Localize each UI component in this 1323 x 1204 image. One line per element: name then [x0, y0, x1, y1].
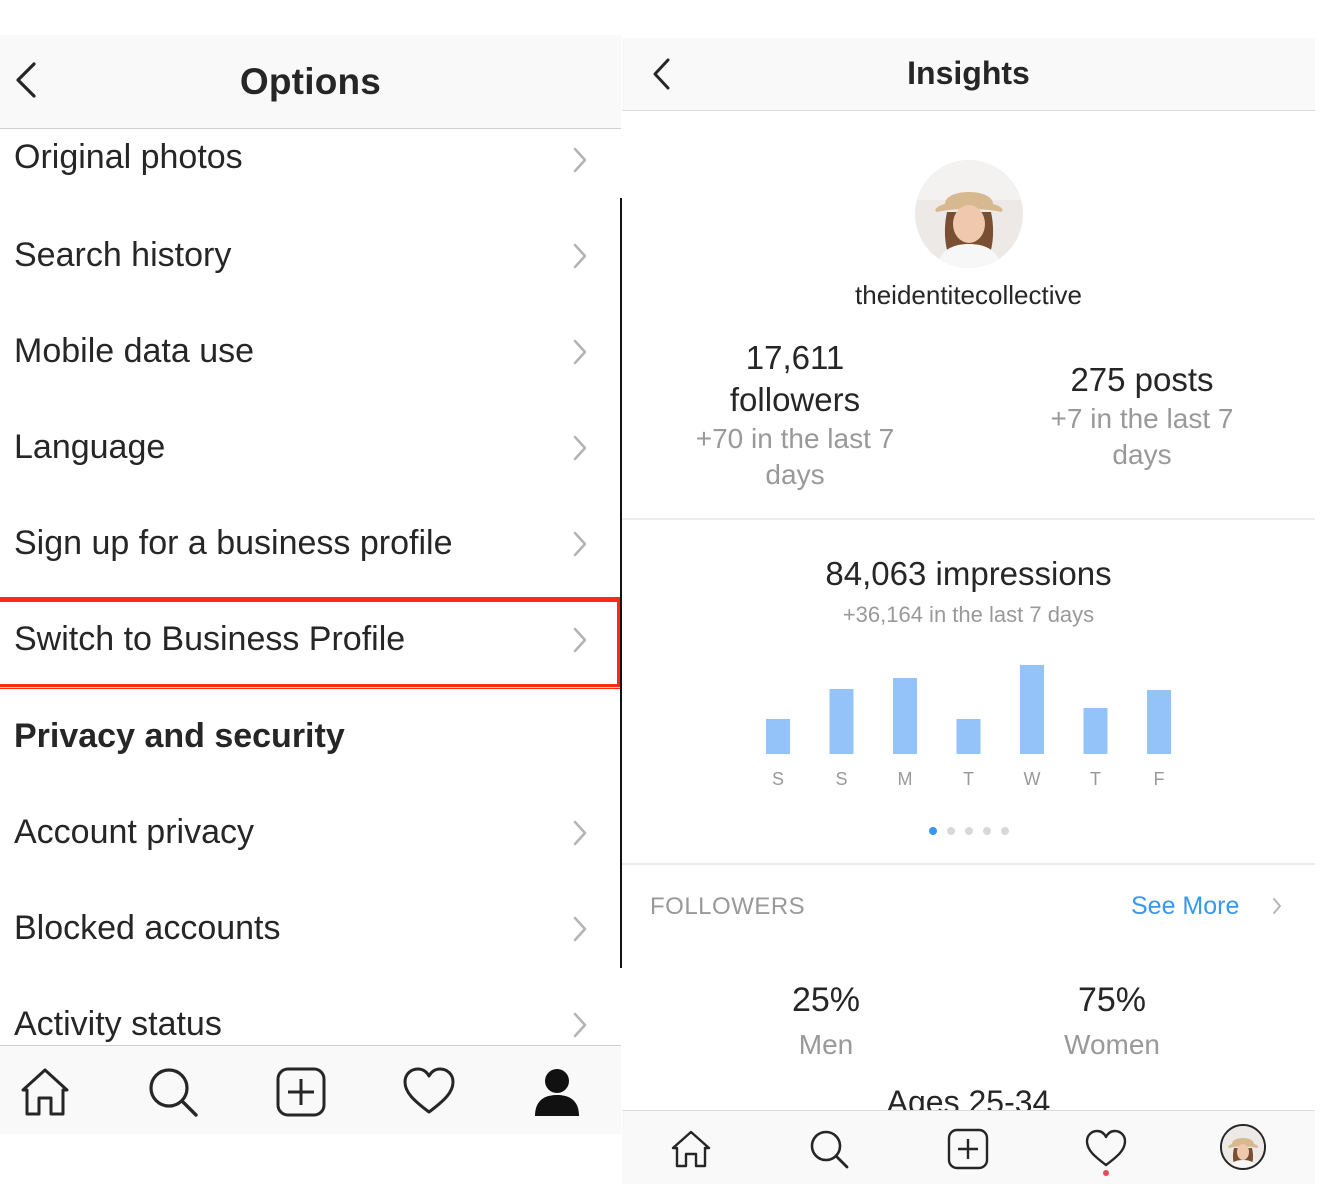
menu-item-label: Search history — [14, 236, 232, 274]
section-header-label: Privacy and security — [14, 717, 345, 755]
followers-count: 17,611 — [745, 339, 845, 376]
home-icon[interactable] — [17, 1064, 73, 1120]
chart-tick-label: F — [1154, 769, 1165, 789]
heart-icon[interactable] — [1084, 1127, 1128, 1171]
menu-item-label: Activity status — [14, 1005, 222, 1043]
menu-item-search-history[interactable]: Search history — [0, 225, 621, 321]
add-post-icon[interactable] — [946, 1127, 990, 1171]
menu-item-label: Blocked accounts — [14, 909, 281, 947]
chevron-right-icon — [570, 337, 590, 367]
impressions-count: 84,063 impressions — [825, 555, 1112, 592]
tab-bar — [0, 1045, 621, 1134]
posts-count: 275 posts — [1070, 361, 1214, 398]
highlight-box — [0, 597, 621, 689]
search-icon[interactable] — [145, 1064, 201, 1120]
impressions-delta: +36,164 in the last 7 days — [842, 602, 1095, 627]
page-dot — [964, 827, 973, 835]
section-header-privacy: Privacy and security — [0, 706, 621, 802]
menu-item-label: Original photos — [14, 138, 243, 176]
chart-tick-label: T — [963, 769, 974, 789]
section-divider — [622, 518, 1315, 520]
chevron-right-icon — [570, 241, 590, 271]
menu-item-sign-up-business[interactable]: Sign up for a business profile — [0, 513, 621, 609]
chart-bar — [1147, 690, 1171, 754]
posts-stat: 275 posts +7 in the last 7 days — [1002, 359, 1282, 473]
add-post-icon[interactable] — [273, 1064, 329, 1120]
profile-icon[interactable] — [529, 1064, 585, 1120]
chevron-right-icon — [570, 145, 590, 175]
chart-tick-label: S — [772, 769, 784, 789]
profile-tab-avatar[interactable] — [1220, 1124, 1266, 1170]
screen-bottom — [0, 1134, 621, 1204]
chart-tick-label: T — [1090, 769, 1101, 789]
menu-item-blocked-accounts[interactable]: Blocked accounts — [0, 898, 621, 994]
menu-item-label: Sign up for a business profile — [14, 524, 453, 562]
chart-tick-label: M — [898, 769, 913, 789]
menu-item-account-privacy[interactable]: Account privacy — [0, 802, 621, 898]
menu-item-label: Language — [14, 428, 166, 466]
heart-icon[interactable] — [401, 1064, 457, 1120]
username: theidentitecollective — [855, 280, 1082, 310]
profile-avatar[interactable] — [915, 160, 1023, 268]
chart-bar — [766, 719, 790, 754]
chevron-right-icon — [570, 1010, 590, 1040]
search-icon[interactable] — [807, 1127, 851, 1171]
section-divider — [0, 687, 621, 688]
chart-bar — [893, 678, 917, 754]
page-dot — [928, 827, 937, 835]
chart-bar — [829, 689, 854, 754]
followers-stat: 17,611 followers +70 in the last 7 days — [664, 337, 926, 493]
options-screen: Options Original photos Search history M… — [0, 0, 621, 1204]
page-title: Insights — [907, 55, 1030, 91]
home-icon[interactable] — [669, 1127, 713, 1171]
menu-item-original-photos[interactable]: Original photos — [0, 129, 621, 225]
gender-men-pct: 25% — [791, 981, 861, 1019]
page-dot — [982, 827, 991, 835]
chevron-right-icon — [570, 433, 590, 463]
menu-item-language[interactable]: Language — [0, 417, 621, 513]
options-nav-bar: Options — [0, 35, 621, 129]
gender-women: 75% Women — [992, 980, 1232, 1064]
menu-item-label: Account privacy — [14, 813, 254, 851]
page-indicator[interactable] — [622, 822, 1315, 840]
gender-men-label: Men — [798, 1029, 854, 1060]
insights-nav-bar: Insights — [622, 38, 1315, 111]
chevron-right-icon — [570, 914, 590, 944]
menu-item-label: Mobile data use — [14, 332, 255, 370]
status-bar-area — [0, 0, 621, 35]
followers-section-title: FOLLOWERS — [650, 893, 806, 920]
menu-item-mobile-data-use[interactable]: Mobile data use — [0, 321, 621, 417]
chevron-right-icon[interactable] — [1271, 896, 1283, 916]
screen-bottom — [622, 1184, 1323, 1204]
see-more-link[interactable]: See More — [1131, 892, 1239, 921]
chevron-right-icon — [570, 529, 590, 559]
gender-women-label: Women — [1064, 1029, 1160, 1060]
impressions-bar-chart: SSMTWTF — [766, 665, 1171, 789]
section-divider — [622, 863, 1315, 865]
chart-tick-label: S — [835, 769, 847, 789]
gender-women-pct: 75% — [1077, 981, 1147, 1019]
chart-tick-label: W — [1024, 769, 1041, 789]
chevron-right-icon — [570, 818, 590, 848]
notification-dot — [1103, 1170, 1109, 1176]
page-dot — [946, 827, 955, 835]
followers-delta-days: days — [765, 459, 825, 490]
insights-screen: Insights theidentitecollective 17,611 fo… — [622, 0, 1323, 1204]
page-title: Options — [239, 61, 382, 102]
tab-bar — [622, 1110, 1315, 1185]
posts-delta: +7 in the last 7 — [1050, 403, 1234, 434]
page-dot — [1000, 827, 1009, 835]
chart-bar — [956, 719, 981, 754]
followers-unit: followers — [729, 381, 861, 418]
posts-delta-days: days — [1112, 439, 1172, 470]
chart-bar — [1083, 708, 1108, 754]
followers-delta: +70 in the last 7 — [695, 423, 895, 454]
chart-bar — [1020, 665, 1044, 754]
gender-men: 25% Men — [706, 980, 946, 1064]
